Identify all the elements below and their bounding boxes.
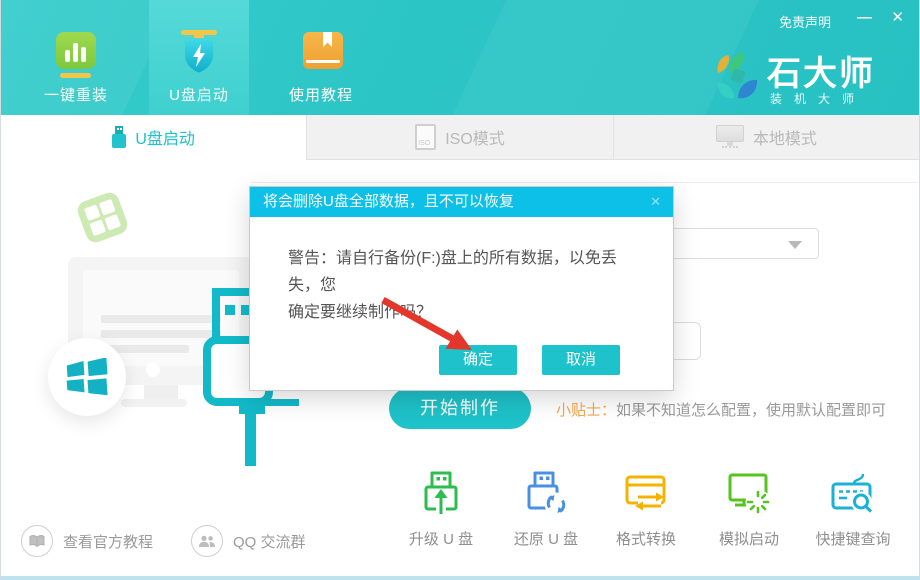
windows-logo-circle [48,338,126,416]
section-divider [251,182,918,183]
windows-flag-icon [66,358,108,396]
toolbar-item-usb-boot[interactable]: U盘启动 [149,0,249,115]
confirm-dialog: 将会删除U盘全部数据，且不可以恢复 ✕ 警告：请自行备份(F:)盘上的所有数据，… [249,186,674,391]
dialog-close-icon[interactable]: ✕ [650,187,661,217]
people-circle-icon [191,525,223,557]
shield-icon [176,28,222,76]
monitor-stand [144,385,178,399]
tab-label: ISO模式 [445,125,505,149]
tool-label: 还原 U 盘 [494,528,598,549]
toolbar-item-label: 一键重装 [26,84,126,105]
minimize-button[interactable]: — [857,8,872,28]
hotkey-query-icon [830,470,876,516]
simulate-boot-icon [726,470,772,516]
tool-label: 模拟启动 [697,528,801,549]
chevron-down-icon [788,241,802,249]
tab-label: 本地模式 [753,125,817,149]
tip-prefix: 小贴士： [556,402,616,419]
tip-body: 如果不知道怎么配置，使用默认配置即可 [616,402,886,419]
cancel-button[interactable]: 取消 [542,345,620,375]
book-icon [303,32,343,69]
brand-subtitle: 装机大师 [770,90,866,107]
dialog-message-line1: 警告：请自行备份(F:)盘上的所有数据，以免丢失，您 [288,245,648,299]
close-button[interactable]: ✕ [891,8,904,28]
confirm-button[interactable]: 确定 [439,345,517,375]
dialog-title: 将会删除U盘全部数据，且不可以恢复 [250,187,673,217]
app-window: 一键重装 U盘启动 使用教程 免责声明 — ✕ [0,0,920,580]
iso-file-icon: ISO [415,124,436,150]
tab-local-mode[interactable]: 本地模式 [613,115,919,160]
toolbar-item-label: U盘启动 [149,84,249,105]
toolbar-item-label: 使用教程 [271,84,371,105]
tool-format-convert[interactable]: 格式转换 [594,470,698,549]
iso-icon-text: ISO [418,140,430,147]
monitor-icon [716,125,744,149]
usb-icon [112,126,126,148]
restore-usb-icon [523,470,569,516]
chart-icon [56,32,96,69]
official-tutorial-link[interactable]: 查看官方教程 [21,525,153,557]
book-circle-icon [21,525,53,557]
dialog-message-line2: 确定要继续制作吗？ [288,299,648,326]
tool-label: 升级 U 盘 [389,528,493,549]
tab-label: U盘启动 [135,125,195,149]
tool-simulate-boot[interactable]: 模拟启动 [697,470,801,549]
brand-swirl-icon [713,50,761,102]
disclaimer-link[interactable]: 免责声明 [779,12,831,31]
tab-usb-boot[interactable]: U盘启动 [1,115,306,160]
format-convert-icon [623,470,669,516]
header: 一键重装 U盘启动 使用教程 免责声明 — ✕ [1,0,919,115]
monitor-base [121,399,187,407]
link-label: QQ 交流群 [233,531,306,552]
brand-name: 石大师 [767,46,875,95]
toolbar-item-tutorial[interactable]: 使用教程 [271,0,371,115]
tool-restore-usb[interactable]: 还原 U 盘 [494,470,598,549]
tab-iso-mode[interactable]: ISO ISO模式 [306,115,612,160]
windows-badge-illustration [75,190,130,245]
brand-logo: 石大师 装机大师 [713,48,893,110]
dialog-message: 警告：请自行备份(F:)盘上的所有数据，以免丢失，您 确定要继续制作吗？ [288,245,648,326]
mode-tabbar: U盘启动 ISO ISO模式 本地模式 [1,115,919,160]
toolbar-item-reinstall[interactable]: 一键重装 [26,0,126,115]
tool-label: 格式转换 [594,528,698,549]
tip-text: 小贴士：如果不知道怎么配置，使用默认配置即可 [556,399,886,420]
link-label: 查看官方教程 [63,531,153,552]
qq-group-link[interactable]: QQ 交流群 [191,525,306,557]
tool-label: 快捷键查询 [801,528,905,549]
tool-hotkey-query[interactable]: 快捷键查询 [801,470,905,549]
upgrade-usb-icon [418,470,464,516]
tool-upgrade-usb[interactable]: 升级 U 盘 [389,470,493,549]
start-make-button[interactable]: 开始制作 [389,388,531,429]
